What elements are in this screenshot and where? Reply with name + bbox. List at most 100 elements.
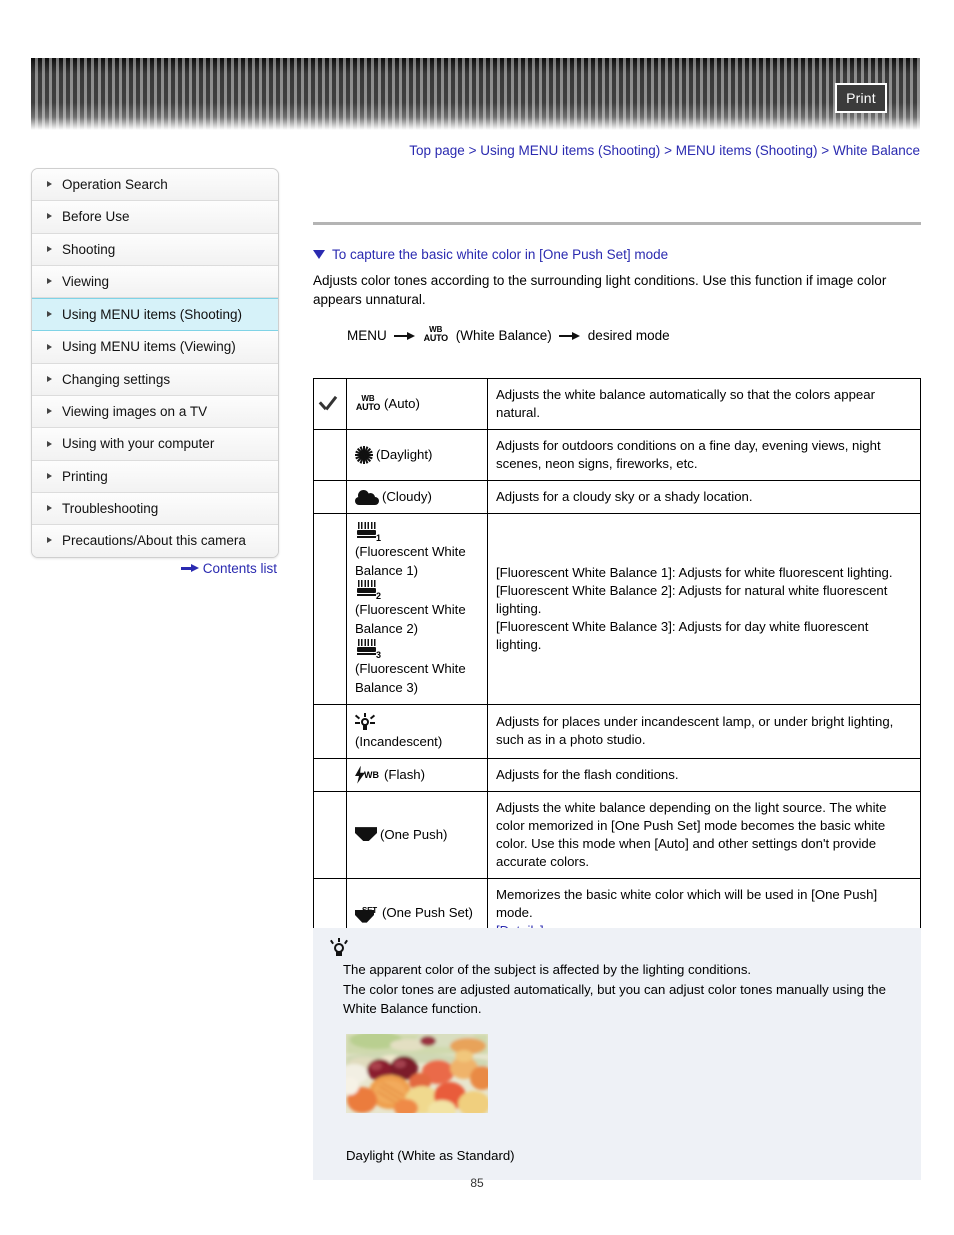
fluorescent-desc-line-3: [Fluorescent White Balance 3]: Adjusts f…	[496, 618, 869, 652]
sidebar-item-label: Printing	[62, 468, 108, 484]
header-stripe-pattern	[31, 58, 920, 130]
sidebar-item-printing[interactable]: Printing	[32, 460, 278, 493]
breadcrumb-item-top-page[interactable]: Top page	[409, 143, 465, 158]
tip-text: The apparent color of the subject is aff…	[343, 960, 903, 1019]
lightbulb-tip-icon	[330, 938, 348, 960]
table-row: WB (Flash) Adjusts for the flash conditi…	[313, 757, 921, 792]
menu-path-line: MENU WB AUTO (White Balance) desired mode	[347, 326, 921, 345]
fluorescent-icon: 2	[355, 580, 381, 601]
breadcrumb-item-white-balance[interactable]: White Balance	[833, 143, 920, 158]
sidebar-item-precautions-about-this-camera[interactable]: Precautions/About this camera	[32, 525, 278, 557]
selected-check-cell	[313, 790, 347, 879]
sidebar-item-label: Troubleshooting	[62, 500, 159, 516]
mode-label: (One Push)	[380, 826, 448, 842]
mode-label: (Cloudy)	[382, 489, 432, 504]
sidebar-item-label: Using with your computer	[62, 436, 215, 452]
sidebar-item-label: Operation Search	[62, 177, 168, 192]
table-row: (Incandescent) Adjusts for places under …	[313, 703, 921, 759]
fruit-salad-photo	[346, 1034, 488, 1113]
main-content: To capture the basic white color in [One…	[313, 168, 921, 948]
bullet-arrow-icon	[47, 505, 52, 512]
sidebar-item-label: Viewing	[62, 273, 110, 289]
sidebar-item-changing-settings[interactable]: Changing settings	[32, 363, 278, 397]
mode-description: Adjusts for outdoors conditions on a fin…	[487, 429, 921, 481]
sidebar-item-troubleshooting[interactable]: Troubleshooting	[32, 492, 278, 526]
sidebar-item-using-menu-items-viewing[interactable]: Using MENU items (Viewing)	[32, 331, 278, 364]
sidebar-item-viewing-images-on-a-tv[interactable]: Viewing images on a TV	[32, 396, 278, 429]
wb-auto-icon: WB AUTO	[355, 393, 381, 412]
fluorescent-desc-line-1: [Fluorescent White Balance 1]: Adjusts f…	[496, 564, 893, 580]
wb-auto-icon: WB AUTO	[423, 325, 448, 343]
sidebar-item-label: Using MENU items (Shooting)	[62, 307, 243, 323]
checkmark-icon	[319, 396, 341, 413]
mode-cell: WB (Flash)	[346, 757, 488, 792]
selected-check-cell	[313, 513, 347, 705]
table-row: (Daylight) Adjusts for outdoors conditio…	[313, 429, 921, 481]
mode-label: (Daylight)	[376, 447, 433, 462]
fluorescent-icon: 1	[355, 521, 381, 542]
white-balance-modes-table: WB AUTO (Auto) Adjusts the white balance …	[313, 378, 921, 948]
intro-paragraph: Adjusts color tones according to the sur…	[313, 273, 887, 307]
table-row: (One Push) Adjusts the white balance dep…	[313, 790, 921, 879]
tip-box: The apparent color of the subject is aff…	[313, 928, 921, 1180]
bullet-arrow-icon	[47, 181, 52, 188]
sidebar-item-operation-search[interactable]: Operation Search	[32, 169, 278, 202]
right-arrow-icon	[180, 563, 199, 573]
breadcrumb-item-using-menu-items-shooting[interactable]: Using MENU items (Shooting)	[480, 143, 660, 158]
bullet-arrow-icon	[47, 213, 52, 220]
section-heading-label: To capture the basic white color in [One…	[332, 247, 669, 262]
mode-cell: (Daylight)	[346, 429, 488, 481]
sidebar-item-viewing[interactable]: Viewing	[32, 265, 278, 299]
fluorescent-icon: 3	[355, 638, 381, 659]
selected-check-cell	[313, 429, 347, 481]
print-button[interactable]: Print	[835, 83, 887, 113]
mode-description: Adjusts the white balance automatically …	[487, 378, 921, 430]
table-row: 1 (Fluorescent White Balance 1) 2 (Fluor…	[313, 513, 921, 705]
mode-description: Adjusts for a cloudy sky or a shady loca…	[487, 480, 921, 514]
sidebar-item-label: Precautions/About this camera	[62, 533, 246, 549]
selected-check-cell	[313, 480, 347, 514]
bullet-arrow-icon	[47, 375, 52, 382]
one-push-set-icon: SET	[355, 902, 379, 924]
breadcrumb-item-menu-items-shooting[interactable]: MENU items (Shooting)	[676, 143, 818, 158]
mode-label: (Fluorescent White Balance 2)	[355, 602, 466, 637]
selected-check-cell	[313, 757, 347, 792]
table-row: WB AUTO (Auto) Adjusts the white balance …	[313, 378, 921, 430]
mode-label: (Auto)	[384, 396, 420, 411]
sidebar-item-shooting[interactable]: Shooting	[32, 233, 278, 266]
mode-cell-fluorescent: 1 (Fluorescent White Balance 1) 2 (Fluor…	[346, 513, 488, 705]
page-number: 85	[470, 1176, 484, 1190]
sidebar-item-label: Using MENU items (Viewing)	[62, 339, 236, 355]
sidebar-item-label: Shooting	[62, 241, 116, 257]
contents-list-label: Contents list	[202, 560, 277, 576]
bullet-arrow-icon	[47, 245, 52, 252]
mode-label: (Incandescent)	[355, 733, 443, 749]
mode-label: (Flash)	[384, 766, 426, 782]
bullet-arrow-icon	[47, 343, 52, 350]
contents-list-link[interactable]: Contents list	[31, 560, 277, 576]
mode-cell: WB AUTO (Auto)	[346, 378, 488, 430]
mode-description: Adjusts the white balance depending on t…	[487, 790, 921, 879]
mode-label: (Fluorescent White Balance 3)	[355, 660, 466, 695]
mode-cell: (Incandescent)	[346, 703, 488, 759]
daylight-sun-icon	[355, 446, 373, 464]
bullet-arrow-icon	[47, 278, 52, 285]
sidebar-item-using-with-your-computer[interactable]: Using with your computer	[32, 428, 278, 461]
fluorescent-desc-line-2: [Fluorescent White Balance 2]: Adjusts f…	[496, 582, 888, 616]
sidebar-item-before-use[interactable]: Before Use	[32, 201, 278, 234]
selected-check-cell	[313, 378, 347, 430]
section-heading[interactable]: To capture the basic white color in [One…	[313, 247, 921, 262]
breadcrumb: Top page > Using MENU items (Shooting) >…	[0, 143, 920, 158]
bullet-arrow-icon	[47, 408, 52, 415]
mode-label: (One Push Set)	[382, 904, 473, 920]
section-divider	[313, 222, 921, 225]
sidebar-item-using-menu-items-shooting[interactable]: Using MENU items (Shooting)	[32, 298, 278, 332]
flash-icon: WB	[355, 765, 381, 784]
one-push-set-desc: Memorizes the basic white color which wi…	[496, 886, 878, 920]
breadcrumb-separator: >	[468, 143, 477, 158]
menu-path-end: desired mode	[587, 328, 670, 343]
mode-cell: (One Push)	[346, 790, 488, 879]
bullet-arrow-icon	[47, 472, 52, 479]
tip-line-1: The apparent color of the subject is aff…	[343, 962, 752, 977]
menu-path-icon-label: (White Balance)	[455, 328, 552, 343]
